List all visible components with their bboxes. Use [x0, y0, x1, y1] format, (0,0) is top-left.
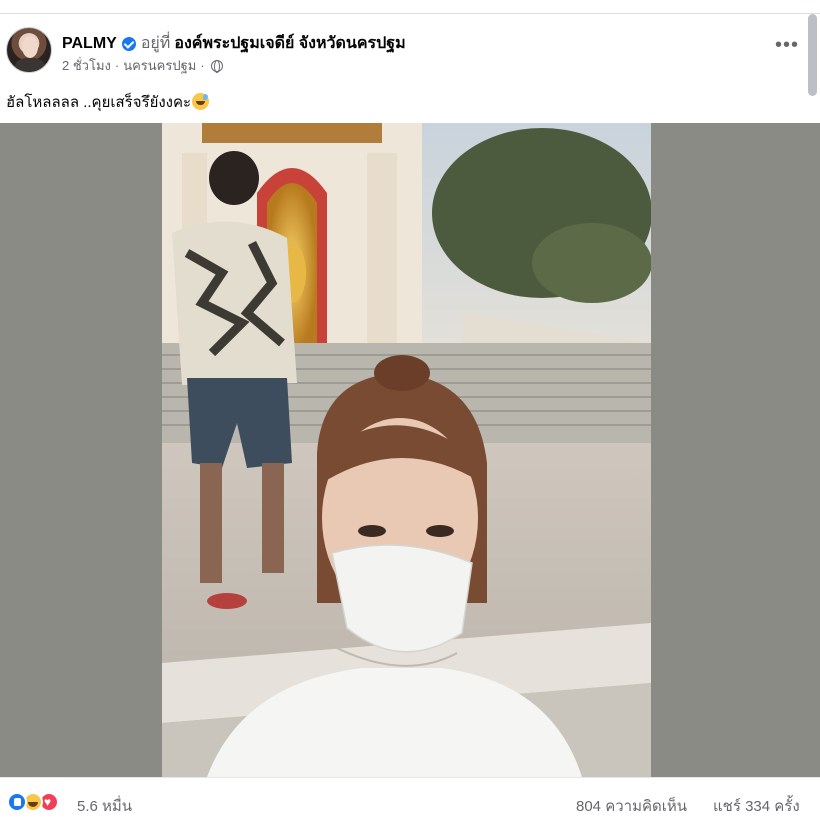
share-count[interactable]: แชร์ 334 ครั้ง: [713, 794, 800, 818]
temple-pillar: [367, 153, 397, 353]
avatar[interactable]: [6, 27, 52, 73]
post-photo[interactable]: [162, 123, 651, 777]
checkin-place[interactable]: องค์พระปฐมเจดีย์ จังหวัดนครปฐม: [174, 31, 405, 56]
temple-eave: [202, 123, 382, 143]
comment-count[interactable]: 804 ความคิดเห็น: [576, 794, 687, 818]
post-header: PALMY อยู่ที่ องค์พระปฐมเจดีย์ จังหวัดนค…: [0, 14, 820, 96]
engagement-bar: 5.6 หมื่น 804 ความคิดเห็น แชร์ 334 ครั้ง: [0, 777, 820, 830]
avatar-face: [22, 36, 38, 58]
globe-icon[interactable]: [210, 59, 223, 73]
photo-scene: [162, 123, 651, 777]
author-line: PALMY อยู่ที่ องค์พระปฐมเจดีย์ จังหวัดนค…: [62, 31, 406, 56]
post-card: PALMY อยู่ที่ องค์พระปฐมเจดีย์ จังหวัดนค…: [0, 14, 820, 830]
scrollbar-thumb[interactable]: [808, 14, 817, 96]
avatar-body: [15, 58, 45, 72]
ellipsis-icon[interactable]: •••: [772, 35, 802, 58]
at-location-label: อยู่ที่: [140, 35, 171, 52]
author-name[interactable]: PALMY: [62, 35, 117, 53]
verified-badge-icon: [121, 36, 136, 51]
grinning-sweat-emoji-icon: [192, 93, 210, 110]
post-caption: ฮัลโหลลลล ..คุยเสร็จรึยังงคะ: [6, 90, 210, 114]
meta-separator: ·: [114, 58, 120, 73]
reaction-icons[interactable]: [7, 792, 59, 812]
tree-foliage: [532, 223, 651, 303]
caption-text: ฮัลโหลลลล ..คุยเสร็จรึยังงคะ: [6, 94, 192, 111]
meta-separator: ·: [200, 58, 205, 73]
post-timestamp[interactable]: 2 ชั่วโมง: [62, 55, 111, 76]
post-media[interactable]: [0, 123, 820, 777]
reaction-count[interactable]: 5.6 หมื่น: [77, 794, 132, 818]
post-meta: 2 ชั่วโมง · นครนครปฐม ·: [62, 55, 223, 76]
post-location[interactable]: นครนครปฐม: [123, 55, 196, 76]
like-icon: [7, 792, 27, 812]
